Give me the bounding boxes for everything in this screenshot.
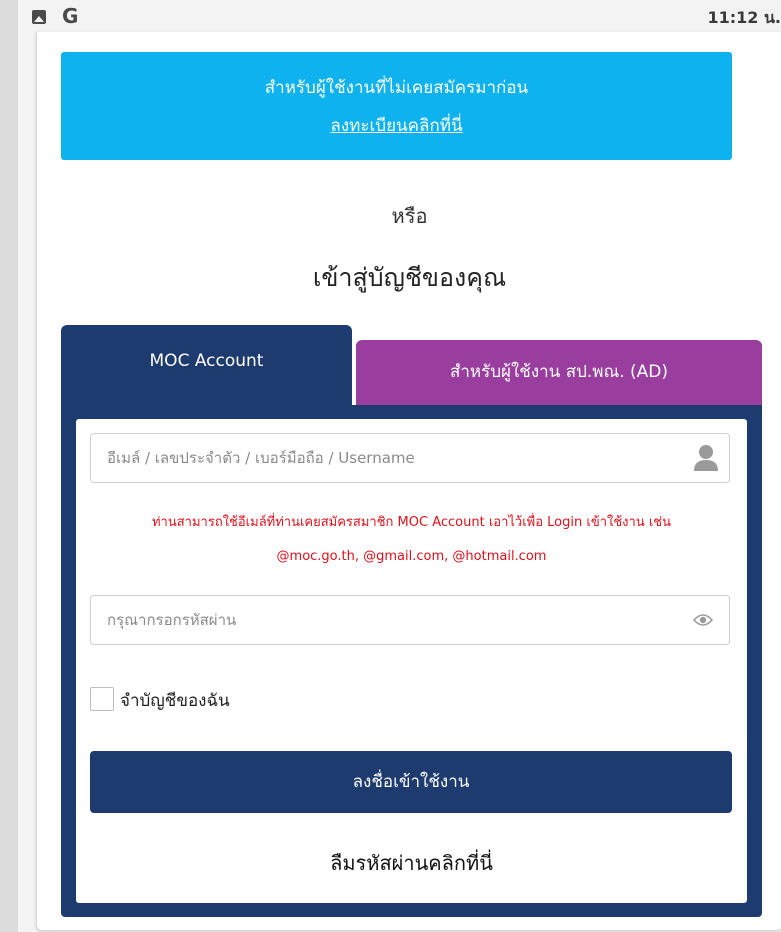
- page-title: เข้าสู่บัญชีของคุณ: [312, 263, 507, 292]
- forgot-password-link[interactable]: ลืมรหัสผ่านคลิกที่นี่: [76, 847, 747, 879]
- password-field[interactable]: [90, 595, 730, 645]
- login-form: ท่านสามารถใช้อีเมล์ที่ท่านเคยสมัครสมาชิก…: [76, 419, 747, 903]
- status-time: 11:12 น.: [707, 8, 781, 27]
- remember-me-label[interactable]: จำบัญชีของฉัน: [120, 687, 230, 714]
- password-input[interactable]: [107, 596, 687, 644]
- user-icon: [694, 445, 718, 471]
- device-frame: G 11:12 น. สำหรับผู้ใช้งานที่ไม่เคยสมัคร…: [18, 0, 781, 932]
- register-banner-text: สำหรับผู้ใช้งานที่ไม่เคยสมัครมาก่อน: [264, 78, 529, 98]
- remember-me-checkbox[interactable]: [90, 687, 114, 711]
- tab-ad-users[interactable]: สำหรับผู้ใช้งาน สป.พณ. (AD): [356, 340, 762, 405]
- status-bar: G 11:12 น.: [18, 0, 781, 32]
- image-notification-icon: [32, 10, 46, 24]
- register-banner: สำหรับผู้ใช้งานที่ไม่เคยสมัครมาก่อน ลงทะ…: [61, 52, 732, 160]
- username-hint-line-2: @moc.go.th, @gmail.com, @hotmail.com: [276, 549, 547, 564]
- username-hint-line-1: ท่านสามารถใช้อีเมล์ที่ท่านเคยสมัครสมาชิก…: [151, 515, 671, 530]
- register-link[interactable]: ลงทะเบียนคลิกที่นี่: [61, 112, 732, 139]
- google-notification-icon: G: [62, 4, 79, 28]
- username-field[interactable]: [90, 433, 730, 483]
- username-input[interactable]: [107, 434, 687, 482]
- login-panel: ท่านสามารถใช้อีเมล์ที่ท่านเคยสมัครสมาชิก…: [61, 405, 762, 917]
- login-button[interactable]: ลงชื่อเข้าใช้งาน: [90, 751, 732, 813]
- tab-moc-account[interactable]: MOC Account: [61, 325, 352, 405]
- eye-icon[interactable]: [693, 612, 713, 628]
- login-page: สำหรับผู้ใช้งานที่ไม่เคยสมัครมาก่อน ลงทะ…: [36, 32, 781, 931]
- or-divider-text: หรือ: [391, 204, 428, 228]
